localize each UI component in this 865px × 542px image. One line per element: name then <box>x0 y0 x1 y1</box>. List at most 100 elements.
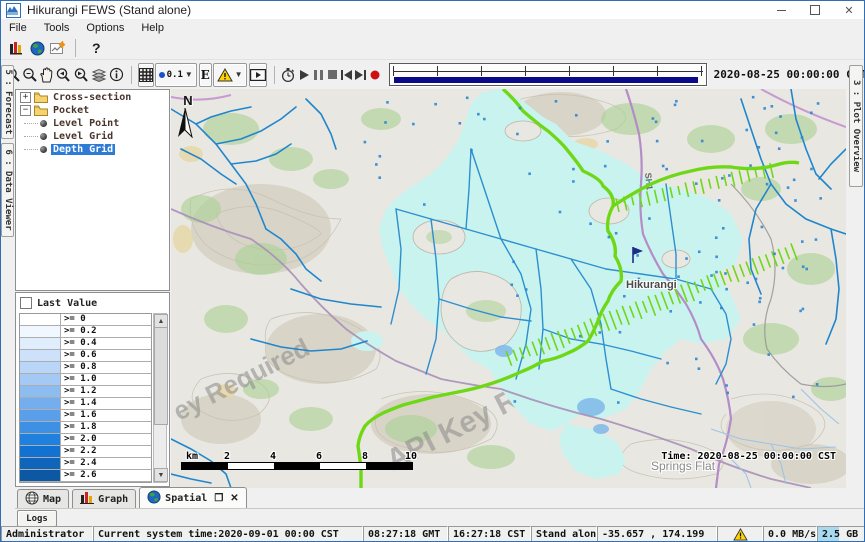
tree-item-pocket[interactable]: −Pocket <box>20 104 169 116</box>
scalebar-tick-label: 6 <box>316 451 322 462</box>
step-back-button[interactable] <box>340 64 353 86</box>
map-display-button[interactable] <box>27 38 47 58</box>
main-toolbar: ? <box>1 37 865 59</box>
node-bullet-icon <box>40 133 47 140</box>
zoom-next-button[interactable] <box>73 64 90 86</box>
dock-tab-label: 3 : Plot Overview <box>851 80 861 172</box>
legend-class-label: >= 1.0 <box>61 374 151 385</box>
menu-help[interactable]: Help <box>139 20 173 36</box>
chevron-down-icon: ▼ <box>185 70 193 79</box>
tree-item-label: Level Grid <box>51 131 115 142</box>
scalebar-tick-label: 2 <box>224 451 230 462</box>
menu-tools[interactable]: Tools <box>42 20 79 36</box>
tree-item-depth-grid[interactable]: Depth Grid <box>20 143 169 155</box>
pan-hand-icon <box>39 67 54 83</box>
legend-class-row: >= 0.2 <box>20 326 151 338</box>
legend-class-label: >= 0.8 <box>61 362 151 373</box>
legend-class-row: >= 2.6 <box>20 470 151 482</box>
folder-icon <box>34 92 48 102</box>
step-forward-button[interactable] <box>354 64 367 86</box>
status-bar: Administrator Current system time:2020-0… <box>1 525 865 542</box>
legend-color-swatch <box>20 374 61 385</box>
layers-button[interactable] <box>91 64 108 86</box>
title-bar: Hikurangi FEWS (Stand alone) ✕ <box>1 1 865 19</box>
dock-tab-data-viewer[interactable]: 6 : Data Viewer <box>1 143 14 237</box>
scrollbar-thumb[interactable] <box>154 327 168 425</box>
legend-class-label: >= 2.2 <box>61 446 151 457</box>
database-button[interactable] <box>6 38 26 58</box>
tab-label: Graph <box>98 494 128 505</box>
animation-settings-button[interactable] <box>280 64 296 86</box>
close-button[interactable]: ✕ <box>832 1 865 19</box>
north-needle-icon <box>177 108 193 138</box>
info-icon <box>109 67 124 82</box>
tab-graph[interactable]: Graph <box>72 489 136 508</box>
timeline-slider[interactable] <box>389 63 707 86</box>
status-warning[interactable] <box>717 526 763 542</box>
maximize-button[interactable] <box>798 1 832 19</box>
last-value-checkbox[interactable] <box>20 297 32 309</box>
tab-spatial[interactable]: Spatial❐✕ <box>139 487 247 508</box>
spatial-display-button[interactable] <box>48 38 68 58</box>
info-button[interactable] <box>109 64 124 86</box>
zoom-out-button[interactable] <box>22 64 38 86</box>
dock-tab-plot-overview[interactable]: 3 : Plot Overview <box>849 65 863 187</box>
grid-display-button[interactable] <box>138 63 154 87</box>
zoom-next-icon <box>73 67 90 83</box>
timeline-period-bar[interactable] <box>394 77 698 83</box>
help-button[interactable]: ? <box>92 40 101 56</box>
legend-toggle-button[interactable]: E <box>199 63 212 87</box>
expand-icon[interactable]: + <box>20 92 31 103</box>
warning-dropdown[interactable]: ▼ <box>213 63 247 87</box>
globe-blue-icon <box>147 490 161 507</box>
legend-class-label: >= 2.8 <box>61 482 151 483</box>
menu-file[interactable]: File <box>7 20 36 36</box>
scalebar-tick-label: 4 <box>270 451 276 462</box>
legend-class-row: >= 1.6 <box>20 410 151 422</box>
legend-class-label: >= 1.2 <box>61 386 151 397</box>
legend-color-swatch <box>20 350 61 361</box>
step-back-icon <box>340 69 353 81</box>
right-dock-strip: 3 : Plot Overview <box>848 61 865 488</box>
legend-scrollbar[interactable]: ▲ ▼ <box>153 313 167 483</box>
map-viewport[interactable]: ey Required API Key Required <box>171 89 846 488</box>
tree-item-level-point[interactable]: Level Point <box>20 117 169 129</box>
window-title: Hikurangi FEWS (Stand alone) <box>27 3 191 17</box>
legend-class-row: >= 2.0 <box>20 434 151 446</box>
record-button[interactable] <box>368 64 381 86</box>
pause-button[interactable] <box>311 64 324 86</box>
animation-clock-icon <box>280 67 296 83</box>
map-toolbar: 0.1 ▼ E ▼ <box>1 59 865 89</box>
legend-color-swatch <box>20 422 61 433</box>
scalebar-unit: km <box>186 451 198 462</box>
stop-button[interactable] <box>326 64 339 86</box>
tree-item-cross-section[interactable]: +Cross-section <box>20 91 169 103</box>
close-icon: ✕ <box>844 4 853 17</box>
class-interval-dropdown[interactable]: 0.1 ▼ <box>155 63 197 87</box>
play-button[interactable] <box>297 64 310 86</box>
tab-close-icon[interactable]: ✕ <box>230 493 238 504</box>
tree-item-level-grid[interactable]: Level Grid <box>20 130 169 142</box>
scroll-up-icon[interactable]: ▲ <box>154 314 168 328</box>
layers-icon <box>91 68 108 82</box>
pan-button[interactable] <box>39 64 54 86</box>
north-arrow: N <box>177 93 199 138</box>
bottom-tab-bar: MapGraphSpatial❐✕ <box>15 488 865 509</box>
interval-dot-icon <box>159 72 165 78</box>
dock-tab-forecast[interactable]: 5 : Forecast <box>1 65 14 139</box>
tab-maximize-icon[interactable]: ❐ <box>214 493 223 504</box>
minimize-button[interactable] <box>764 1 798 19</box>
zoom-previous-button[interactable] <box>55 64 72 86</box>
movie-export-button[interactable] <box>249 63 267 87</box>
tab-map[interactable]: Map <box>17 489 69 508</box>
legend-class-label: >= 0.6 <box>61 350 151 361</box>
collapse-icon[interactable]: − <box>20 105 31 116</box>
legend-color-swatch <box>20 482 61 483</box>
status-user: Administrator <box>1 526 93 542</box>
tree-item-label: Level Point <box>51 118 121 129</box>
scroll-down-icon[interactable]: ▼ <box>154 468 168 482</box>
tree-connector <box>24 148 38 150</box>
status-local-time: 16:27:18 CST <box>448 526 531 542</box>
tab-label: Map <box>43 494 61 505</box>
menu-options[interactable]: Options <box>84 20 133 36</box>
